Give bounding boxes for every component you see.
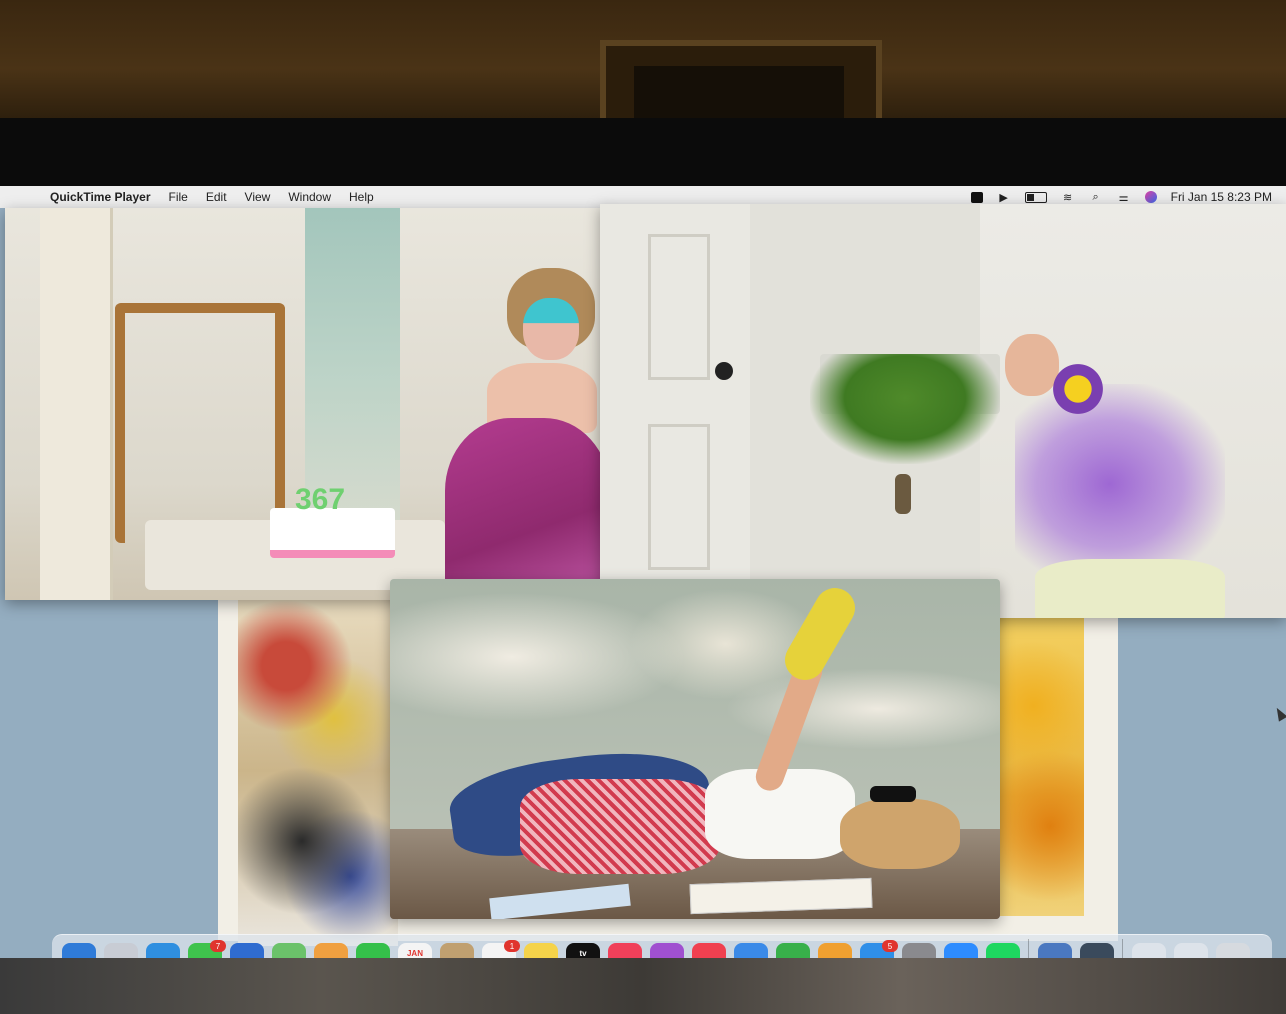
dock-documents-stack-icon[interactable]	[1174, 943, 1208, 958]
cake-candles: 367	[295, 483, 346, 516]
photo-window-lying-woman[interactable]	[390, 579, 1000, 919]
room-background	[0, 0, 1286, 131]
dock-quicktime-icon[interactable]	[1080, 943, 1114, 958]
menu-edit[interactable]: Edit	[206, 190, 227, 204]
dock-numbers-icon[interactable]	[776, 943, 810, 958]
dock-spotify-icon[interactable]	[986, 943, 1020, 958]
screen: QuickTime Player File Edit View Window H…	[0, 186, 1286, 958]
dock-zoom-icon[interactable]	[944, 943, 978, 958]
dock-separator	[1122, 939, 1123, 958]
menu-view[interactable]: View	[245, 190, 271, 204]
chair	[115, 303, 285, 543]
screen-recording-icon[interactable]	[970, 191, 983, 203]
control-center-icon[interactable]: ⚌	[1117, 191, 1131, 204]
dock-news-icon[interactable]	[692, 943, 726, 958]
dock-mail-icon[interactable]	[230, 943, 264, 958]
siri-icon[interactable]	[1144, 191, 1157, 203]
play-icon[interactable]: ▶	[997, 191, 1011, 204]
menu-file[interactable]: File	[169, 190, 188, 204]
dock-facetime-icon[interactable]	[356, 943, 390, 958]
dock-messages-icon[interactable]: 7	[188, 940, 226, 958]
hanging-plants	[810, 354, 1000, 464]
abstract-painting-right	[1000, 616, 1084, 916]
door-knob	[715, 362, 733, 380]
dock-maps-icon[interactable]	[272, 943, 306, 958]
woman-in-purple-tulle	[1005, 334, 1235, 618]
woman-in-pink-dress	[445, 268, 607, 600]
dock-contacts-icon[interactable]	[440, 943, 474, 958]
dock-notes-icon[interactable]	[524, 943, 558, 958]
menu-help[interactable]: Help	[349, 190, 374, 204]
photo-window-birthday[interactable]: 367	[5, 208, 607, 600]
dock-calendar-icon[interactable]: JAN	[398, 943, 432, 958]
menu-window[interactable]: Window	[288, 190, 331, 204]
dock-item-label: tv	[579, 949, 587, 958]
desk-surface	[0, 958, 1286, 1014]
dock-trash-icon[interactable]	[1216, 943, 1250, 958]
dock-safari-icon[interactable]	[146, 943, 180, 958]
magazine	[689, 877, 873, 915]
photo-window-flowers[interactable]	[600, 204, 1286, 618]
dock-photos-icon[interactable]	[314, 943, 348, 958]
dock-launchpad-icon[interactable]	[104, 943, 138, 958]
dock-separator	[1028, 939, 1029, 958]
wifi-icon[interactable]: ≋	[1061, 191, 1075, 204]
dock-badge: 5	[882, 940, 898, 952]
abstract-painting-left	[238, 596, 398, 946]
dock-keynote-icon[interactable]	[734, 943, 768, 958]
app-menu[interactable]: QuickTime Player	[50, 190, 151, 204]
dock-podcasts-icon[interactable]	[650, 943, 684, 958]
dock-music-icon[interactable]	[608, 943, 642, 958]
open-door	[600, 204, 753, 618]
battery-icon[interactable]	[1024, 191, 1047, 203]
dock-tv-icon[interactable]: tv	[566, 943, 600, 958]
sunglasses	[870, 786, 916, 802]
dock: 7 JAN 1 tv 5	[52, 934, 1272, 958]
flower-bouquet	[1050, 354, 1106, 424]
dock-badge: 1	[504, 940, 520, 952]
dock-badge: 7	[210, 940, 226, 952]
dock-preview-icon[interactable]	[1038, 943, 1072, 958]
dock-app-store-icon[interactable]: 5	[860, 940, 898, 958]
menu-clock[interactable]: Fri Jan 15 8:23 PM	[1171, 190, 1272, 204]
search-icon[interactable]: ⌕	[1089, 191, 1103, 203]
mouse-cursor	[1272, 705, 1286, 722]
dock-finder-icon[interactable]	[62, 943, 96, 958]
dock-reminders-icon[interactable]: 1	[482, 940, 520, 958]
dock-pages-icon[interactable]	[818, 943, 852, 958]
dock-downloads-stack-icon[interactable]	[1132, 943, 1166, 958]
dock-system-preferences-icon[interactable]	[902, 943, 936, 958]
dock-item-label: JAN	[406, 949, 423, 958]
monitor-bezel	[0, 118, 1286, 188]
